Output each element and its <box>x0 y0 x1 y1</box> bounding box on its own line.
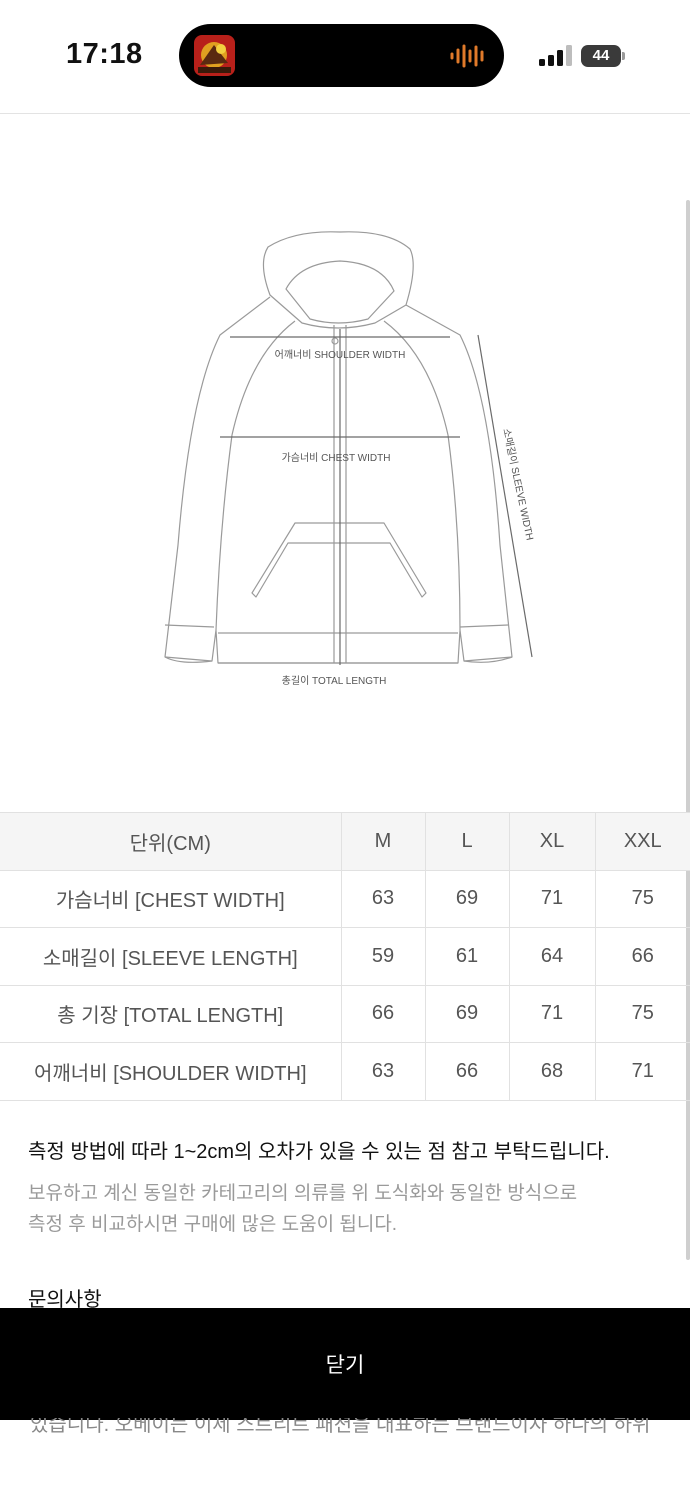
row-label-chest: 가슴너비 [CHEST WIDTH] <box>0 869 342 928</box>
status-bar: 17:18 44 <box>0 0 690 114</box>
sleeve-width-label: 소매길이 SLEEVE WIDTH <box>500 427 536 541</box>
table-cell: 61 <box>424 927 510 986</box>
shoulder-width-label: 어깨너비 SHOULDER WIDTH <box>275 349 406 361</box>
sleeve-inner-right <box>447 434 461 631</box>
table-cell: 63 <box>340 869 426 928</box>
dynamic-island[interactable] <box>179 24 504 87</box>
battery-icon: 44 <box>581 45 627 67</box>
cuff-left <box>164 624 215 662</box>
table-cell: 64 <box>508 927 596 986</box>
table-cell: 69 <box>424 869 510 928</box>
row-label-shoulder: 어깨너비 [SHOULDER WIDTH] <box>0 1042 342 1101</box>
zipper-pull <box>331 337 339 345</box>
header-unit: 단위(CM) <box>0 812 342 871</box>
chest-width-label: 가슴너비 CHEST WIDTH <box>282 452 391 464</box>
size-chart-table: 단위(CM) M L XL XXL 가슴너비 [CHEST WIDTH] 63 … <box>0 812 690 1101</box>
table-cell: 71 <box>508 869 596 928</box>
table-row: 어깨너비 [SHOULDER WIDTH] 63 66 68 71 <box>0 1042 690 1101</box>
measurement-tip-line-1: 보유하고 계신 동일한 카테고리의 의류를 위 도식화와 동일한 방식으로 <box>28 1183 578 1204</box>
table-cell: 66 <box>340 984 426 1043</box>
table-cell: 71 <box>594 1042 690 1101</box>
measurement-note: 측정 방법에 따라 1~2cm의 오차가 있을 수 있는 점 참고 부탁드립니다… <box>28 1141 610 1163</box>
table-header-row: 단위(CM) M L XL XXL <box>0 812 690 871</box>
raglan-seam-left <box>231 320 296 436</box>
table-cell: 66 <box>594 927 690 986</box>
cuff-right <box>459 624 513 662</box>
measurement-tip-line-2: 측정 후 비교하시면 구매에 많은 도움이 됩니다. <box>28 1214 398 1235</box>
status-time: 17:18 <box>66 38 143 70</box>
close-button[interactable]: 닫기 <box>0 1308 690 1420</box>
row-label-total-length: 총 기장 [TOTAL LENGTH] <box>0 984 342 1043</box>
table-cell: 59 <box>340 927 426 986</box>
table-cell: 71 <box>508 984 596 1043</box>
cellular-signal-icon <box>539 45 573 67</box>
hood-outline <box>262 231 414 329</box>
measurement-tip: 보유하고 계신 동일한 카테고리의 의류를 위 도식화와 동일한 방식으로 측정… <box>28 1178 628 1240</box>
hood-inner <box>285 260 395 324</box>
table-row: 소매길이 [SLEEVE LENGTH] 59 61 64 66 <box>0 927 690 986</box>
background-description-text: 있습니다. 오베이는 이제 스트리트 패션을 대표하는 브랜드이자 하나의 하위 <box>30 1418 651 1436</box>
hem-band <box>218 632 458 664</box>
scrollbar[interactable] <box>686 200 690 1260</box>
hoodie-measurement-diagram: 어깨너비 SHOULDER WIDTH 가슴너비 CHEST WIDTH 소매길… <box>160 225 540 695</box>
battery-cap <box>622 52 625 60</box>
table-cell: 75 <box>594 984 690 1043</box>
battery-level: 44 <box>581 45 621 67</box>
table-row: 가슴너비 [CHEST WIDTH] 63 69 71 75 <box>0 869 690 928</box>
header-size-m: M <box>340 812 426 871</box>
header-size-l: L <box>424 812 510 871</box>
album-art-icon <box>194 35 235 76</box>
table-cell: 66 <box>424 1042 510 1101</box>
audio-waveform-icon <box>450 44 488 68</box>
sleeve-inner-left <box>215 434 233 631</box>
raglan-seam-right <box>383 320 449 436</box>
total-length-label: 총길이 TOTAL LENGTH <box>282 674 387 687</box>
table-cell: 68 <box>508 1042 596 1101</box>
table-cell: 69 <box>424 984 510 1043</box>
table-row: 총 기장 [TOTAL LENGTH] 66 69 71 75 <box>0 984 690 1043</box>
kangaroo-pocket <box>251 522 427 598</box>
table-cell: 63 <box>340 1042 426 1101</box>
header-size-xl: XL <box>508 812 596 871</box>
table-cell: 75 <box>594 869 690 928</box>
header-size-xxl: XXL <box>594 812 690 871</box>
row-label-sleeve: 소매길이 [SLEEVE LENGTH] <box>0 927 342 986</box>
